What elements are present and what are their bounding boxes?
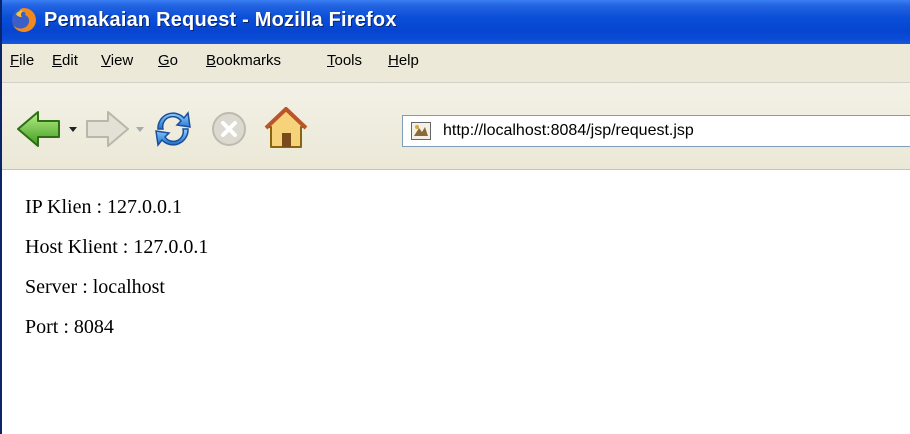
home-icon[interactable] (264, 105, 308, 151)
menu-edit[interactable]: Edit (52, 52, 78, 69)
menu-file[interactable]: File (10, 52, 34, 69)
ip-client-line: IP Klien : 127.0.0.1 (25, 196, 183, 218)
forward-icon[interactable] (84, 109, 130, 149)
title-bar: Pemakaian Request - Mozilla Firefox (2, 0, 910, 44)
menu-tools[interactable]: Tools (327, 52, 362, 69)
server-line: Server : localhost (25, 276, 165, 298)
firefox-logo-icon (12, 8, 36, 32)
stop-icon[interactable] (209, 109, 249, 149)
browser-window: Pemakaian Request - Mozilla Firefox File… (0, 0, 910, 434)
url-text[interactable]: http://localhost:8084/jsp/request.jsp (443, 122, 694, 140)
menu-bookmarks[interactable]: Bookmarks (206, 52, 281, 69)
host-client-line: Host Klient : 127.0.0.1 (25, 236, 209, 258)
back-icon[interactable] (16, 109, 62, 149)
page-icon (411, 122, 431, 140)
forward-dropdown-icon[interactable] (136, 127, 144, 132)
navigation-toolbar: http://localhost:8084/jsp/request.jsp (2, 83, 910, 170)
reload-icon[interactable] (150, 107, 196, 151)
menu-help[interactable]: Help (388, 52, 419, 69)
menu-go[interactable]: Go (158, 52, 178, 69)
port-line: Port : 8084 (25, 316, 114, 338)
address-bar[interactable]: http://localhost:8084/jsp/request.jsp (402, 115, 910, 147)
menu-bar: File Edit View Go Bookmarks Tools Help (2, 44, 910, 83)
back-dropdown-icon[interactable] (69, 127, 77, 132)
page-content: IP Klien : 127.0.0.1 Host Klient : 127.0… (4, 170, 910, 434)
menu-view[interactable]: View (101, 52, 133, 69)
window-title: Pemakaian Request - Mozilla Firefox (44, 9, 397, 31)
